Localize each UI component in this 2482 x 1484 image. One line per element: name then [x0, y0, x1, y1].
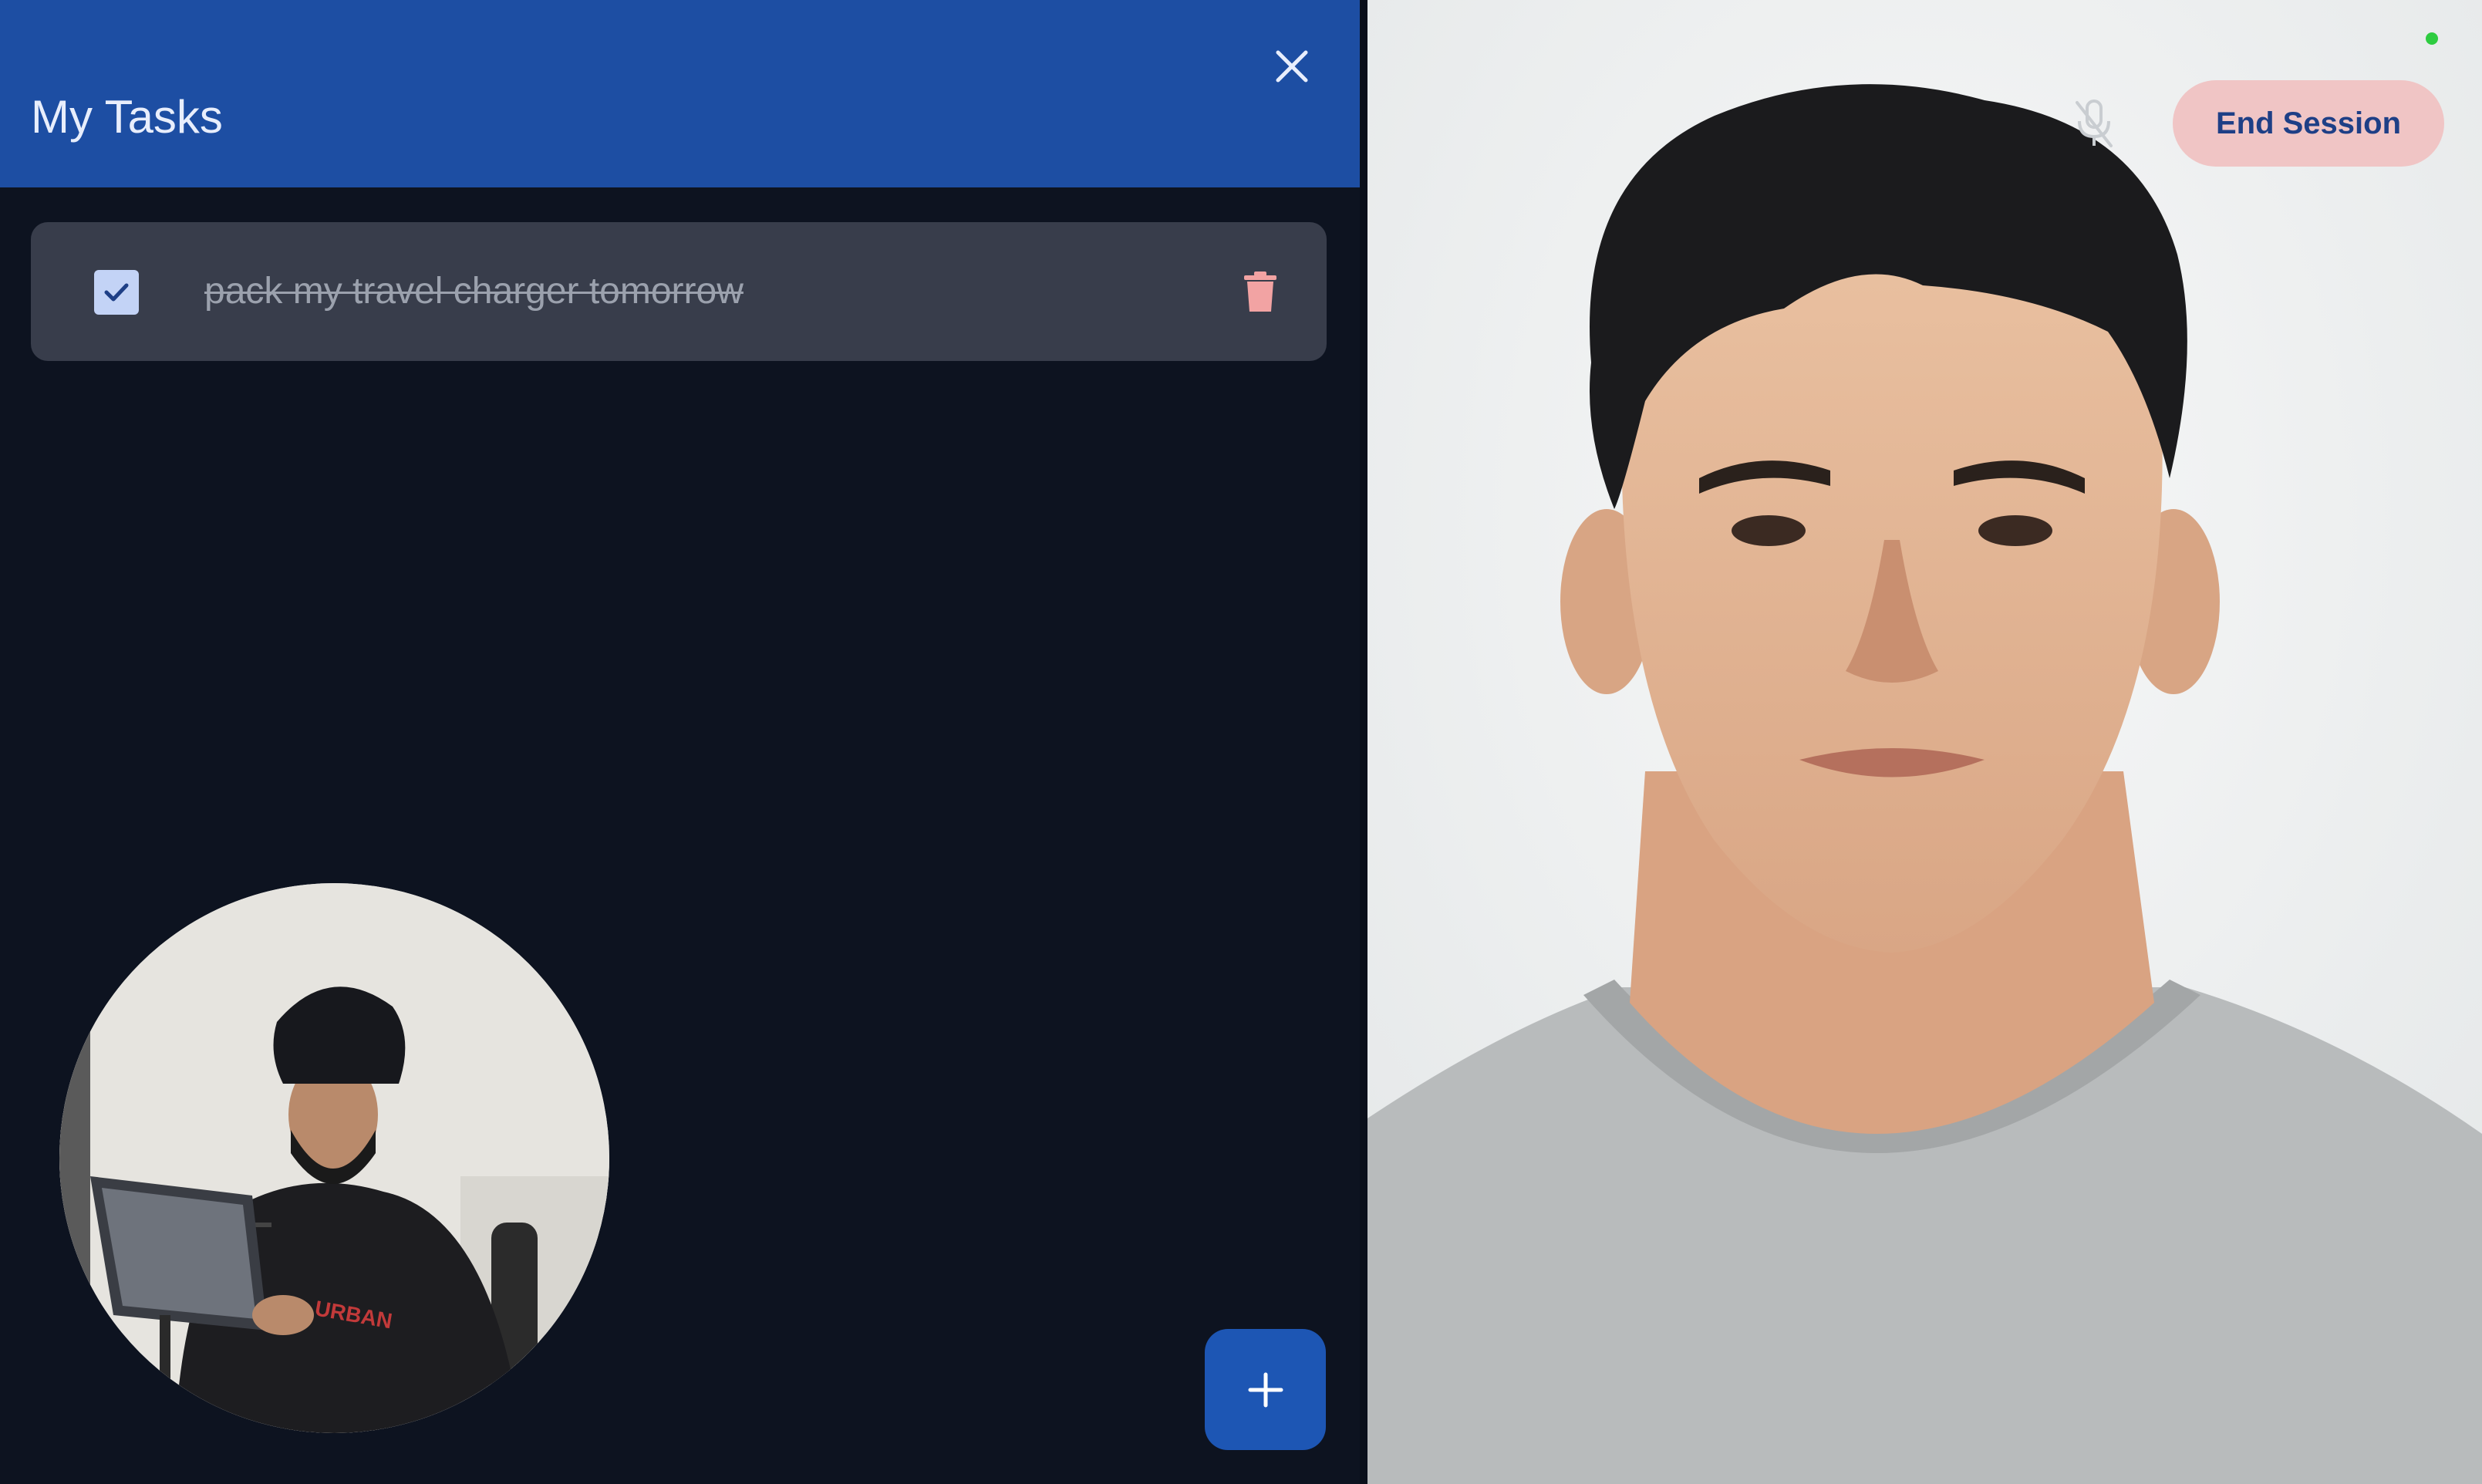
mic-toggle-button[interactable]	[2071, 96, 2117, 152]
checkmark-icon	[104, 283, 129, 302]
task-item[interactable]: pack my travel charger tomorrow	[31, 222, 1327, 361]
trash-icon	[1244, 272, 1276, 312]
delete-task-button[interactable]	[1234, 265, 1287, 318]
end-session-button[interactable]: End Session	[2173, 80, 2444, 167]
close-button[interactable]	[1261, 35, 1323, 97]
task-checkbox[interactable]	[94, 270, 139, 315]
self-view-video: URBAN	[59, 883, 609, 1433]
tasks-header: My Tasks	[0, 0, 1360, 187]
self-view-person-image: URBAN	[59, 883, 609, 1433]
panel-divider	[1360, 0, 1367, 1484]
add-task-button[interactable]	[1205, 1329, 1326, 1450]
task-text: pack my travel charger tomorrow	[204, 271, 744, 312]
plus-icon	[1248, 1372, 1283, 1407]
close-icon	[1276, 50, 1308, 83]
remote-video	[1367, 0, 2482, 1484]
page-title: My Tasks	[31, 91, 223, 143]
task-list: pack my travel charger tomorrow	[31, 222, 1327, 361]
connection-status-dot	[2426, 32, 2438, 45]
tasks-panel: My Tasks pack my travel charger tomorrow	[0, 0, 1360, 1484]
mic-off-icon	[2076, 99, 2113, 147]
remote-person-image	[1367, 0, 2482, 1484]
